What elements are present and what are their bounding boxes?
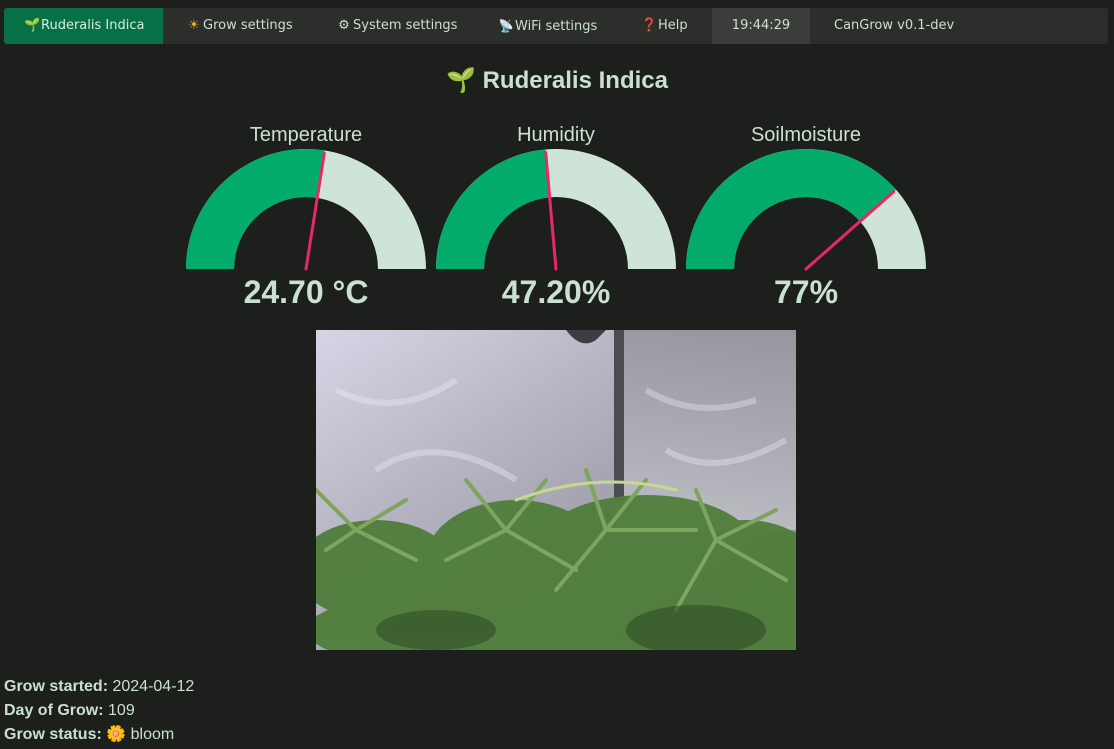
gauge-fill — [186, 149, 325, 269]
tab-grow-settings[interactable]: ☀ Grow settings — [186, 8, 293, 44]
day-of-grow-label: Day of Grow: — [4, 702, 104, 719]
tab-help[interactable]: ❓Help — [641, 8, 688, 44]
gauge-label: Soilmoisture — [750, 124, 862, 146]
gauge-value: 77% — [773, 274, 839, 310]
gear-icon: ⚙ — [338, 18, 350, 33]
tab-system-settings[interactable]: ⚙ System settings — [336, 8, 457, 44]
page-title: 🌱 Ruderalis Indica — [0, 66, 1114, 95]
flower-icon: 🌼 — [106, 726, 127, 743]
tab-system-settings-label: System settings — [353, 18, 458, 33]
sprout-icon: 🌱 — [24, 18, 41, 33]
sun-icon: ☀ — [188, 18, 200, 33]
tab-wifi-settings-label: WiFi settings — [515, 19, 598, 34]
grow-status-label: Grow status: — [4, 726, 102, 743]
gauge-label: Temperature — [249, 124, 363, 146]
gauge-dial — [186, 149, 426, 271]
grow-started: Grow started: 2024-04-12 — [4, 675, 194, 699]
tab-grow-settings-label: Grow settings — [203, 18, 293, 33]
camera-picture — [316, 330, 796, 650]
gauge-value: 24.70 °C — [243, 274, 369, 310]
gauge-dial — [436, 149, 676, 271]
gauge-dial — [686, 149, 926, 271]
gauge-value: 47.20% — [501, 274, 611, 310]
grow-started-label: Grow started: — [4, 678, 109, 695]
gauge-temperature: Temperature 24.70 °C — [181, 120, 431, 320]
gauge-humidity: Humidity 47.20% — [431, 120, 681, 320]
tab-grow-label: Ruderalis Indica — [41, 18, 145, 33]
tab-wifi-settings[interactable]: 📡 WiFi settings — [498, 8, 598, 44]
grow-status-value: bloom — [130, 726, 175, 743]
camera-image — [316, 330, 796, 650]
day-of-grow-value: 109 — [108, 702, 135, 719]
question-icon: ❓ — [641, 18, 658, 33]
gauge-soilmoisture: Soilmoisture 77% — [681, 120, 931, 320]
page-title-text: Ruderalis Indica — [482, 67, 668, 94]
grow-started-value: 2024-04-12 — [112, 678, 195, 695]
version-label: CanGrow v0.1-dev — [834, 18, 955, 33]
day-of-grow: Day of Grow: 109 — [4, 699, 135, 723]
sprout-icon: 🌱 — [446, 67, 476, 94]
top-nav: 🌱Ruderalis Indica ☀ Grow settings ⚙ System… — [4, 8, 1108, 44]
tab-help-label: Help — [658, 18, 688, 33]
clock: 19:44:29 — [712, 8, 810, 44]
gauge-fill — [686, 149, 897, 269]
gauge-label: Humidity — [517, 124, 595, 146]
gauge-fill — [436, 149, 550, 269]
tab-grow[interactable]: 🌱Ruderalis Indica — [4, 8, 163, 44]
satellite-icon: 📡 — [498, 19, 514, 33]
grow-status: Grow status: 🌼 bloom — [4, 723, 174, 747]
